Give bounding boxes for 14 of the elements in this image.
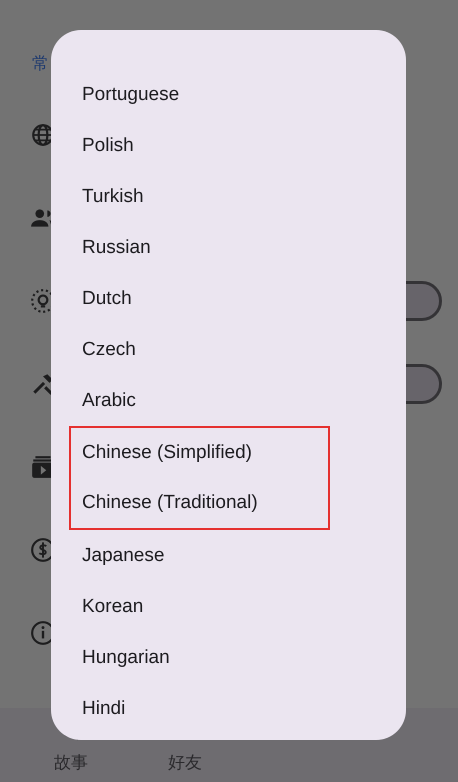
section-header: 常 bbox=[31, 53, 49, 73]
language-option[interactable]: Chinese (Traditional) bbox=[71, 478, 264, 528]
language-option[interactable]: Russian bbox=[51, 222, 157, 273]
language-option[interactable]: Polish bbox=[51, 120, 140, 171]
language-option[interactable]: Arabic bbox=[51, 375, 142, 426]
language-option[interactable]: Chinese (Simplified) bbox=[71, 428, 258, 478]
language-option[interactable]: Turkish bbox=[51, 171, 150, 222]
language-option[interactable]: Portuguese bbox=[51, 69, 186, 120]
language-option[interactable]: Czech bbox=[51, 324, 142, 375]
language-option[interactable]: Dutch bbox=[51, 273, 138, 324]
language-option[interactable]: Japanese bbox=[51, 530, 170, 581]
language-option[interactable]: Hindi bbox=[51, 683, 132, 734]
language-option[interactable]: Hungarian bbox=[51, 632, 176, 683]
language-option[interactable]: Korean bbox=[51, 581, 150, 632]
